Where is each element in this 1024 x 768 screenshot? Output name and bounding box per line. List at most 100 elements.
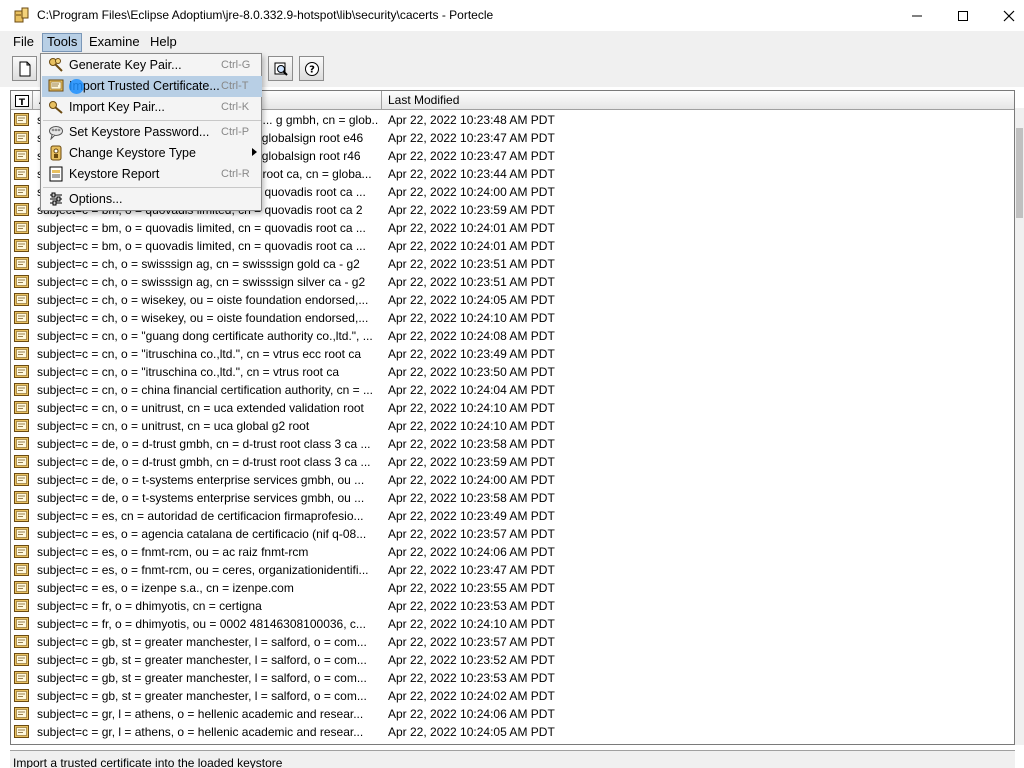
trusted-certificate-icon	[14, 563, 29, 576]
menu-item-set-keystore-password[interactable]: *** Set Keystore Password... Ctrl-P	[42, 122, 262, 143]
table-row[interactable]: subject=c = es, o = fnmt-rcm, ou = ac ra…	[11, 543, 1014, 561]
maximize-button[interactable]	[940, 0, 986, 31]
table-row[interactable]: subject=c = es, o = agencia catalana de …	[11, 525, 1014, 543]
close-button[interactable]	[986, 0, 1024, 31]
trusted-certificate-icon	[14, 635, 29, 648]
alias-cell: subject=c = cn, o = china financial cert…	[37, 383, 373, 397]
alias-cell: subject=c = cn, o = unitrust, cn = uca g…	[37, 419, 310, 433]
title-bar: C:\Program Files\Eclipse Adoptium\jre-8.…	[0, 0, 1024, 31]
table-row[interactable]: subject=c = gr, l = athens, o = hellenic…	[11, 705, 1014, 723]
table-row[interactable]: subject=c = gb, st = greater manchester,…	[11, 633, 1014, 651]
table-row[interactable]: subject=c = bm, o = quovadis limited, cn…	[11, 219, 1014, 237]
last-modified-cell: Apr 22, 2022 10:24:10 AM PDT	[388, 311, 555, 325]
menu-item-generate-key-pair[interactable]: Generate Key Pair... Ctrl-G	[42, 55, 262, 76]
trusted-certificate-icon	[14, 131, 29, 144]
table-row[interactable]: subject=c = de, o = d-trust gmbh, cn = d…	[11, 453, 1014, 471]
generate-key-pair-label: Generate Key Pair...	[69, 58, 182, 72]
last-modified-cell: Apr 22, 2022 10:24:00 AM PDT	[388, 473, 555, 487]
alias-cell: subject=c = ch, o = swisssign ag, cn = s…	[37, 275, 366, 289]
table-row[interactable]: subject=c = es, o = fnmt-rcm, ou = ceres…	[11, 561, 1014, 579]
last-modified-cell: Apr 22, 2022 10:23:57 AM PDT	[388, 527, 555, 541]
new-keystore-button[interactable]	[12, 56, 37, 81]
table-row[interactable]: subject=c = bm, o = quovadis limited, cn…	[11, 237, 1014, 255]
alias-cell: subject=c = fr, o = dhimyotis, ou = 0002…	[37, 617, 366, 631]
table-row[interactable]: subject=c = cn, o = "itruschina co.,ltd.…	[11, 345, 1014, 363]
table-row[interactable]: subject=c = fr, o = dhimyotis, cn = cert…	[11, 597, 1014, 615]
table-row[interactable]: subject=c = de, o = d-trust gmbh, cn = d…	[11, 435, 1014, 453]
menu-item-change-keystore-type[interactable]: Change Keystore Type	[42, 143, 262, 164]
trusted-certificate-icon	[14, 167, 29, 180]
trusted-certificate-icon	[14, 419, 29, 432]
menu-item-options[interactable]: Options...	[42, 189, 262, 210]
trusted-certificate-icon	[14, 257, 29, 270]
last-modified-cell: Apr 22, 2022 10:23:59 AM PDT	[388, 203, 555, 217]
table-row[interactable]: subject=c = ch, o = swisssign ag, cn = s…	[11, 273, 1014, 291]
table-row[interactable]: subject=c = cn, o = "itruschina co.,ltd.…	[11, 363, 1014, 381]
last-modified-cell: Apr 22, 2022 10:23:53 AM PDT	[388, 599, 555, 613]
column-header-last-modified[interactable]: Last Modified	[382, 91, 1014, 110]
table-row[interactable]: subject=c = es, cn = autoridad de certif…	[11, 507, 1014, 525]
last-modified-cell: Apr 22, 2022 10:24:10 AM PDT	[388, 401, 555, 415]
table-row[interactable]: subject=c = cn, o = china financial cert…	[11, 381, 1014, 399]
maximize-icon	[958, 10, 968, 21]
table-row[interactable]: subject=c = gr, l = athens, o = hellenic…	[11, 723, 1014, 741]
menu-help[interactable]: Help	[145, 33, 182, 52]
table-row[interactable]: subject=c = ch, o = swisssign ag, cn = s…	[11, 255, 1014, 273]
alias-cell: subject=c = cn, o = unitrust, cn = uca e…	[37, 401, 364, 415]
key-pair-icon	[49, 58, 63, 72]
examine-certificate-button[interactable]	[268, 56, 293, 81]
alias-cell: subject=c = ch, o = swisssign ag, cn = s…	[37, 257, 360, 271]
table-row[interactable]: subject=c = de, o = t-systems enterprise…	[11, 489, 1014, 507]
set-keystore-password-shortcut: Ctrl-P	[221, 126, 250, 138]
last-modified-cell: Apr 22, 2022 10:23:47 AM PDT	[388, 131, 555, 145]
table-row[interactable]: subject=c = ch, o = wisekey, ou = oiste …	[11, 291, 1014, 309]
menu-tools[interactable]: Tools	[42, 33, 83, 52]
help-button[interactable]: ?	[299, 56, 324, 81]
window-title: C:\Program Files\Eclipse Adoptium\jre-8.…	[37, 8, 494, 22]
minimize-button[interactable]	[894, 0, 940, 31]
import-trusted-certificate-label: Import Trusted Certificate...	[69, 79, 220, 93]
last-modified-cell: Apr 22, 2022 10:24:06 AM PDT	[388, 545, 555, 559]
change-keystore-type-label: Change Keystore Type	[69, 146, 196, 160]
table-row[interactable]: subject=c = gb, st = greater manchester,…	[11, 651, 1014, 669]
alias-cell: subject=c = de, o = t-systems enterprise…	[37, 491, 365, 505]
submenu-arrow-icon	[252, 148, 257, 156]
keystore-type-icon	[50, 145, 62, 161]
alias-cell: subject=c = es, cn = autoridad de certif…	[37, 509, 364, 523]
table-row[interactable]: subject=c = gb, st = greater manchester,…	[11, 687, 1014, 705]
table-row[interactable]: subject=c = es, o = izenpe s.a., cn = iz…	[11, 579, 1014, 597]
trusted-certificate-icon	[14, 653, 29, 666]
key-import-icon	[49, 101, 63, 114]
import-key-pair-shortcut: Ctrl-K	[221, 101, 250, 113]
certificate-import-icon	[48, 79, 64, 92]
scrollbar-thumb[interactable]	[1016, 128, 1023, 218]
table-row[interactable]: subject=c = ch, o = wisekey, ou = oiste …	[11, 309, 1014, 327]
last-modified-cell: Apr 22, 2022 10:24:08 AM PDT	[388, 329, 555, 343]
keystore-report-shortcut: Ctrl-R	[221, 168, 250, 180]
help-icon: ?	[304, 61, 319, 76]
tools-dropdown-menu: Generate Key Pair... Ctrl-G Import Trust…	[40, 53, 262, 211]
table-row[interactable]: subject=c = fr, o = dhimyotis, ou = 0002…	[11, 615, 1014, 633]
table-row[interactable]: subject=c = cn, o = unitrust, cn = uca e…	[11, 399, 1014, 417]
last-modified-cell: Apr 22, 2022 10:24:01 AM PDT	[388, 221, 555, 235]
menu-file[interactable]: File	[8, 33, 39, 52]
table-row[interactable]: subject=c = cn, o = "guang dong certific…	[11, 327, 1014, 345]
table-row[interactable]: subject=c = gb, st = greater manchester,…	[11, 669, 1014, 687]
vertical-scrollbar[interactable]	[1015, 108, 1024, 745]
last-modified-cell: Apr 22, 2022 10:23:58 AM PDT	[388, 437, 555, 451]
trusted-certificate-icon	[14, 473, 29, 486]
table-row[interactable]: subject=c = cn, o = unitrust, cn = uca g…	[11, 417, 1014, 435]
table-row[interactable]: subject=c = de, o = t-systems enterprise…	[11, 471, 1014, 489]
last-modified-cell: Apr 22, 2022 10:23:59 AM PDT	[388, 455, 555, 469]
menu-item-keystore-report[interactable]: Keystore Report Ctrl-R	[42, 164, 262, 185]
trusted-certificate-icon	[14, 671, 29, 684]
last-modified-cell: Apr 22, 2022 10:23:48 AM PDT	[388, 113, 555, 127]
trusted-certificate-icon	[14, 599, 29, 612]
last-modified-cell: Apr 22, 2022 10:23:53 AM PDT	[388, 671, 555, 685]
last-modified-cell: Apr 22, 2022 10:23:49 AM PDT	[388, 347, 555, 361]
alias-cell: subject=c = es, o = izenpe s.a., cn = iz…	[37, 581, 294, 595]
menu-item-import-key-pair[interactable]: Import Key Pair... Ctrl-K	[42, 97, 262, 118]
menu-examine[interactable]: Examine	[84, 33, 145, 52]
column-header-type[interactable]: T	[11, 91, 33, 110]
alias-cell: subject=c = ch, o = wisekey, ou = oiste …	[37, 293, 369, 307]
